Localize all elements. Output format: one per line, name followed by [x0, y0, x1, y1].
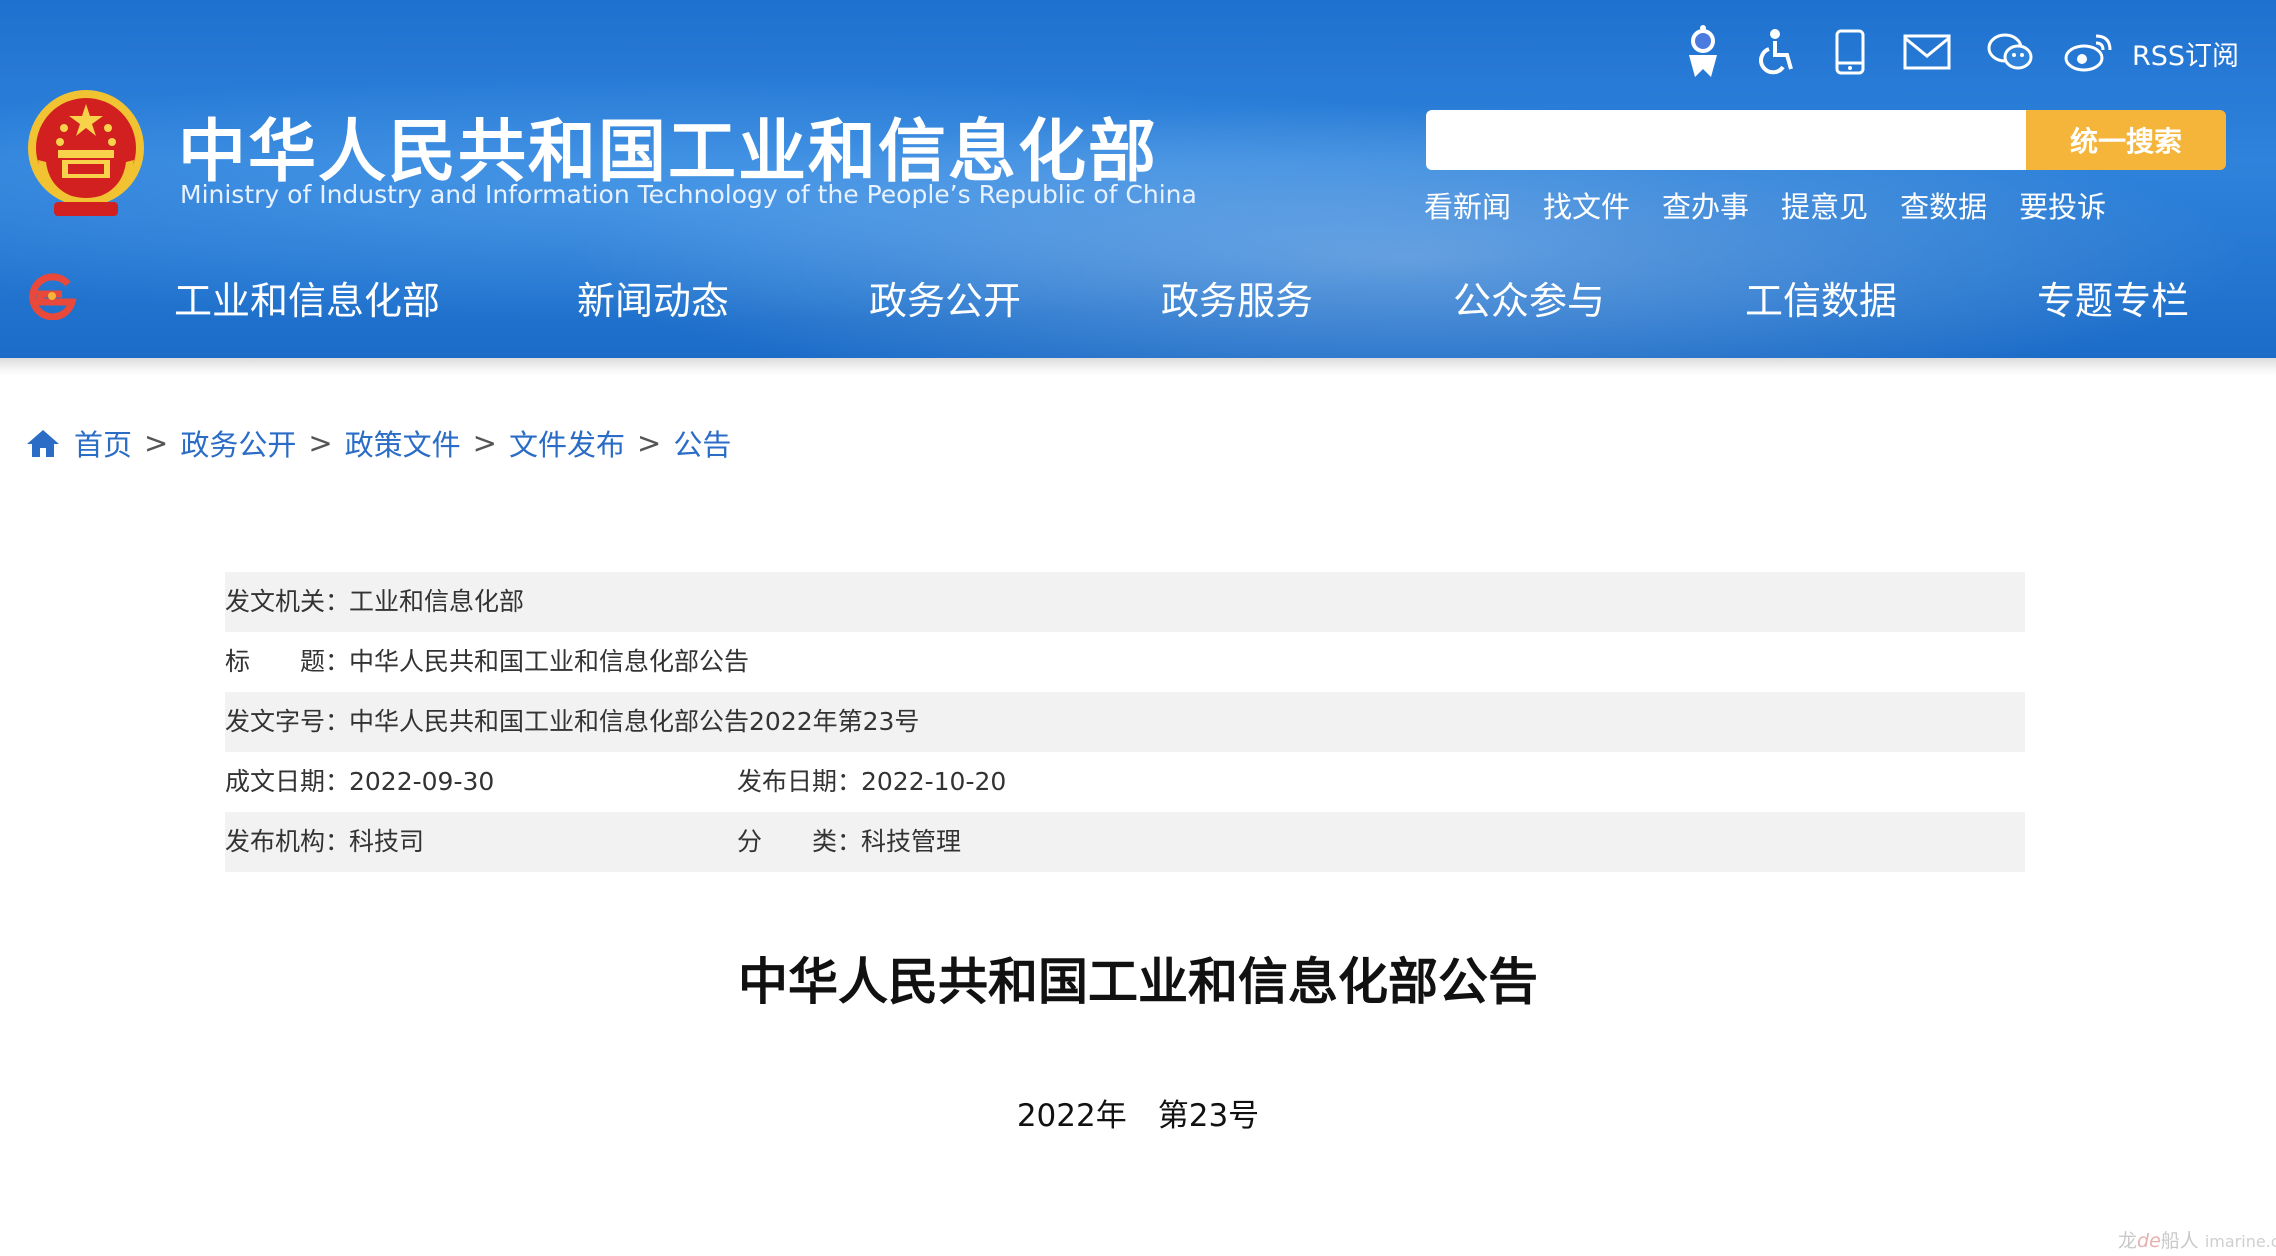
org-value: 科技司 [349, 827, 425, 856]
site-header: 中华人民共和国工业和信息化部 Ministry of Industry and … [0, 0, 2276, 376]
mobile-icon[interactable] [1830, 24, 1870, 80]
watermark-cn: 龙 [2118, 1230, 2138, 1252]
unified-search-button[interactable]: 统一搜索 [2026, 110, 2226, 170]
watermark-domain: imarine.cn [2204, 1232, 2276, 1251]
nav-item-gov-affairs[interactable]: 政务公开 [869, 270, 1021, 325]
breadcrumb-doc-release[interactable]: 文件发布 [509, 422, 625, 464]
issuer-label: 发文机关： [225, 587, 351, 616]
document-title: 中华人民共和国工业和信息化部公告 [738, 953, 1538, 1011]
breadcrumb: 首页 > 政务公开 > 政策文件 > 文件发布 > 公告 [26, 422, 731, 464]
weibo-icon[interactable] [2060, 24, 2116, 80]
mail-icon[interactable] [1902, 24, 1952, 80]
title-value: 中华人民共和国工业和信息化部公告 [349, 647, 750, 676]
meta-row-dates: 成文日期： 2022-09-30 发布日期： 2022-10-20 [225, 752, 2025, 812]
quick-link-services[interactable]: 查办事 [1662, 184, 1749, 226]
main-nav: 工业和信息化部 新闻动态 政务公开 政务服务 公众参与 工信数据 专题专栏 [0, 264, 2276, 328]
quick-link-suggestions[interactable]: 提意见 [1781, 184, 1868, 226]
breadcrumb-separator: > [637, 426, 662, 460]
meta-row-doc-no: 发文字号： 中华人民共和国工业和信息化部公告2022年第23号 [225, 692, 2025, 752]
meta-row-issuer: 发文机关： 工业和信息化部 [225, 572, 2025, 632]
quick-link-complaints[interactable]: 要投诉 [2019, 184, 2106, 226]
quick-link-documents[interactable]: 找文件 [1543, 184, 1630, 226]
breadcrumb-separator: > [308, 426, 333, 460]
breadcrumb-separator: > [472, 426, 497, 460]
org-label: 发布机构： [225, 827, 351, 856]
quick-link-data[interactable]: 查数据 [1900, 184, 1987, 226]
written-date-value: 2022-09-30 [349, 767, 495, 796]
breadcrumb-separator: > [144, 426, 169, 460]
quick-link-news[interactable]: 看新闻 [1424, 184, 1511, 226]
doc-no-value: 中华人民共和国工业和信息化部公告2022年第23号 [349, 707, 920, 736]
national-emblem-icon[interactable] [24, 90, 148, 218]
accessibility-icon[interactable] [1752, 24, 1798, 80]
watermark-cn2: 船人 [2160, 1230, 2199, 1252]
nav-item-data[interactable]: 工信数据 [1745, 270, 1897, 325]
rss-link[interactable]: RSS订阅 [2132, 34, 2239, 73]
nav-item-public-participation[interactable]: 公众参与 [1453, 270, 1605, 325]
doc-no-label: 发文字号： [225, 707, 351, 736]
search-input[interactable] [1426, 110, 2026, 170]
meta-row-org: 发布机构： 科技司 分 类： 科技管理 [225, 812, 2025, 872]
nav-item-news[interactable]: 新闻动态 [577, 270, 729, 325]
watermark-de: de [2137, 1230, 2161, 1252]
breadcrumb-policy-docs[interactable]: 政策文件 [345, 422, 461, 464]
site-subtitle: Ministry of Industry and Information Tec… [180, 180, 1197, 209]
breadcrumb-announcement[interactable]: 公告 [673, 422, 731, 464]
robot-assistant-icon[interactable] [1678, 24, 1728, 80]
document-metadata-table: 发文机关： 工业和信息化部 标 题： 中华人民共和国工业和信息化部公告 发文字号… [225, 572, 2025, 872]
quick-links: 看新闻 找文件 查办事 提意见 查数据 要投诉 [1424, 184, 2138, 226]
meta-row-title: 标 题： 中华人民共和国工业和信息化部公告 [225, 632, 2025, 692]
nav-item-miit[interactable]: 工业和信息化部 [174, 270, 440, 325]
breadcrumb-home[interactable]: 首页 [74, 422, 132, 464]
published-date-label: 发布日期： [737, 767, 863, 796]
title-label: 标 题： [225, 647, 351, 676]
document-number: 2022年 第23号 [1016, 1098, 1260, 1134]
nav-item-gov-services[interactable]: 政务服务 [1161, 270, 1313, 325]
watermark: 龙de船人 imarine.cn [2118, 1226, 2276, 1253]
written-date-label: 成文日期： [225, 767, 351, 796]
category-label: 分 类： [737, 827, 863, 856]
category-value: 科技管理 [861, 827, 962, 856]
published-date-value: 2022-10-20 [861, 767, 1007, 796]
home-icon[interactable] [26, 428, 60, 458]
wechat-icon[interactable] [1984, 24, 2036, 80]
nav-item-special-topics[interactable]: 专题专栏 [2037, 270, 2189, 325]
issuer-value: 工业和信息化部 [349, 587, 525, 616]
breadcrumb-gov-affairs[interactable]: 政务公开 [180, 422, 296, 464]
